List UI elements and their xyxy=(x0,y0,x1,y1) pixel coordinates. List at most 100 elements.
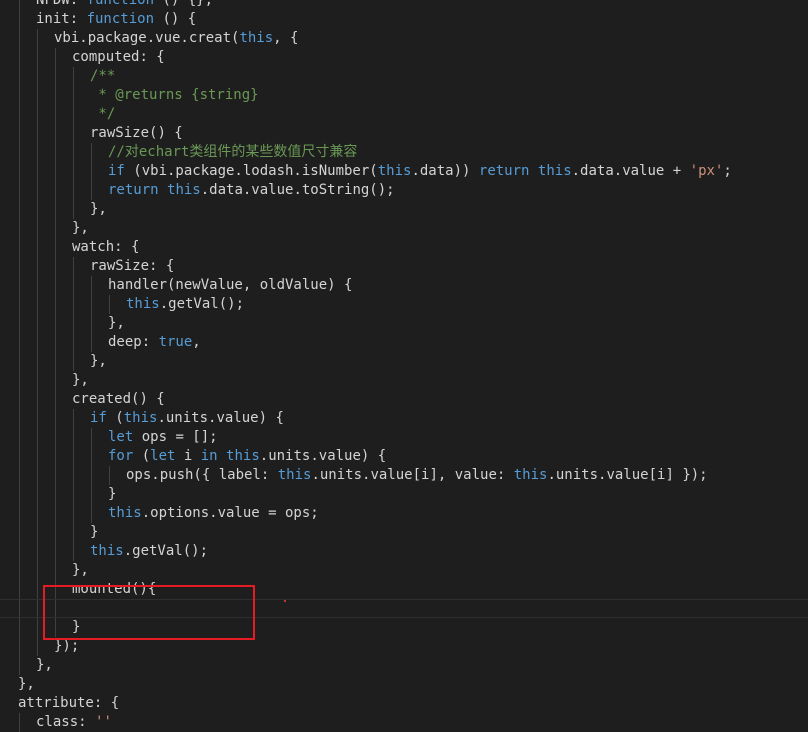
indent-guide xyxy=(91,504,92,523)
indent-guide xyxy=(55,485,56,504)
code-token: vbi.package.vue.creat( xyxy=(54,30,240,46)
code-line[interactable]: } xyxy=(0,523,808,542)
code-token: }, xyxy=(72,372,89,388)
indent-guide xyxy=(37,561,38,580)
code-line[interactable]: this.options.value = ops; xyxy=(0,504,808,523)
indent-guide xyxy=(19,390,20,409)
indent-guide xyxy=(19,67,20,86)
highlight-annotation-box xyxy=(43,585,255,640)
code-line[interactable]: if (this.units.value) { xyxy=(0,409,808,428)
code-token: this xyxy=(167,182,201,198)
code-line[interactable]: attribute: { xyxy=(0,694,808,713)
code-token: for xyxy=(108,448,134,464)
code-line[interactable]: }, xyxy=(0,200,808,219)
indent-guide xyxy=(37,105,38,124)
code-line[interactable]: deep: true, xyxy=(0,333,808,352)
code-line[interactable]: this.getVal(); xyxy=(0,295,808,314)
code-token: ops = []; xyxy=(133,429,218,445)
code-line[interactable]: }, xyxy=(0,314,808,333)
indent-guide xyxy=(37,143,38,162)
indent-guide xyxy=(19,143,20,162)
indent-guide xyxy=(73,504,74,523)
code-line[interactable]: computed: { xyxy=(0,48,808,67)
indent-guide xyxy=(37,276,38,295)
indent-guide xyxy=(37,504,38,523)
code-token: .units.value[i] }); xyxy=(547,467,708,483)
indent-guide xyxy=(37,447,38,466)
code-line[interactable]: this.getVal(); xyxy=(0,542,808,561)
indent-guide xyxy=(55,333,56,352)
indent-guide xyxy=(55,314,56,333)
indent-guide xyxy=(55,542,56,561)
code-line[interactable]: }, xyxy=(0,561,808,580)
code-line[interactable]: for (let i in this.units.value) { xyxy=(0,447,808,466)
indent-guide xyxy=(19,618,20,637)
code-line[interactable]: * @returns {string} xyxy=(0,86,808,105)
indent-guide xyxy=(19,637,20,656)
code-line[interactable]: vbi.package.vue.creat(this, { xyxy=(0,29,808,48)
code-token: : xyxy=(141,334,159,350)
code-line[interactable]: */ xyxy=(0,105,808,124)
code-line[interactable]: watch: { xyxy=(0,238,808,257)
indent-guide xyxy=(37,542,38,561)
code-line[interactable]: }, xyxy=(0,352,808,371)
code-line[interactable]: class: '' xyxy=(0,713,808,732)
code-line[interactable]: created() { xyxy=(0,390,808,409)
code-line[interactable]: }, xyxy=(0,656,808,675)
code-line[interactable]: }, xyxy=(0,371,808,390)
code-line[interactable]: ops.push({ label: this.units.value[i], v… xyxy=(0,466,808,485)
annotation-dot xyxy=(284,600,286,602)
code-line[interactable]: } xyxy=(0,485,808,504)
code-line[interactable]: handler(newValue, oldValue) { xyxy=(0,276,808,295)
indent-guide xyxy=(37,219,38,238)
code-token: () { xyxy=(154,11,197,27)
code-token: this xyxy=(123,410,158,426)
indent-guide xyxy=(19,523,20,542)
indent-guide xyxy=(55,466,56,485)
code-token: this xyxy=(90,543,124,559)
code-line[interactable]: return this.data.value.toString(); xyxy=(0,181,808,200)
indent-guide xyxy=(37,371,38,390)
code-token: : { xyxy=(149,258,175,274)
code-token: true xyxy=(158,334,193,350)
code-line[interactable]: let ops = []; xyxy=(0,428,808,447)
indent-guide xyxy=(19,124,20,143)
code-line[interactable]: }, xyxy=(0,675,808,694)
indent-guide xyxy=(73,352,74,371)
code-token: : xyxy=(78,714,96,730)
code-line[interactable]: NFDW: function () {}, xyxy=(0,0,808,10)
code-line[interactable]: /** xyxy=(0,67,808,86)
code-token: , xyxy=(192,334,201,350)
indent-guide xyxy=(55,504,56,523)
code-line[interactable]: if (vbi.package.lodash.isNumber(this.dat… xyxy=(0,162,808,181)
code-token: ; xyxy=(723,163,732,179)
code-token: class xyxy=(36,714,79,730)
indent-guide xyxy=(55,352,56,371)
code-token: this xyxy=(126,296,160,312)
code-token: this xyxy=(537,163,572,179)
indent-guide xyxy=(73,86,74,105)
code-token: ops.push({ label: xyxy=(126,467,278,483)
indent-guide xyxy=(55,257,56,276)
code-line[interactable]: rawSize: { xyxy=(0,257,808,276)
indent-guide xyxy=(73,67,74,86)
code-line[interactable]: init: function () { xyxy=(0,10,808,29)
code-token: let xyxy=(108,429,134,445)
code-token: .options.value = ops; xyxy=(141,505,319,521)
code-line[interactable]: //对echart类组件的某些数值尺寸兼容 xyxy=(0,143,808,162)
code-token: rawSize xyxy=(90,125,150,141)
indent-guide xyxy=(19,542,20,561)
indent-guide xyxy=(91,162,92,181)
code-token: .units.value[i], value: xyxy=(311,467,514,483)
indent-guide xyxy=(55,200,56,219)
code-token: i xyxy=(175,448,201,464)
indent-guide xyxy=(73,523,74,542)
indent-guide xyxy=(19,713,20,732)
code-line[interactable]: rawSize() { xyxy=(0,124,808,143)
code-token: let xyxy=(150,448,176,464)
indent-guide xyxy=(19,352,20,371)
code-token: .units.value) { xyxy=(157,410,284,426)
indent-guide xyxy=(91,466,92,485)
indent-guide xyxy=(37,29,38,48)
code-line[interactable]: }, xyxy=(0,219,808,238)
